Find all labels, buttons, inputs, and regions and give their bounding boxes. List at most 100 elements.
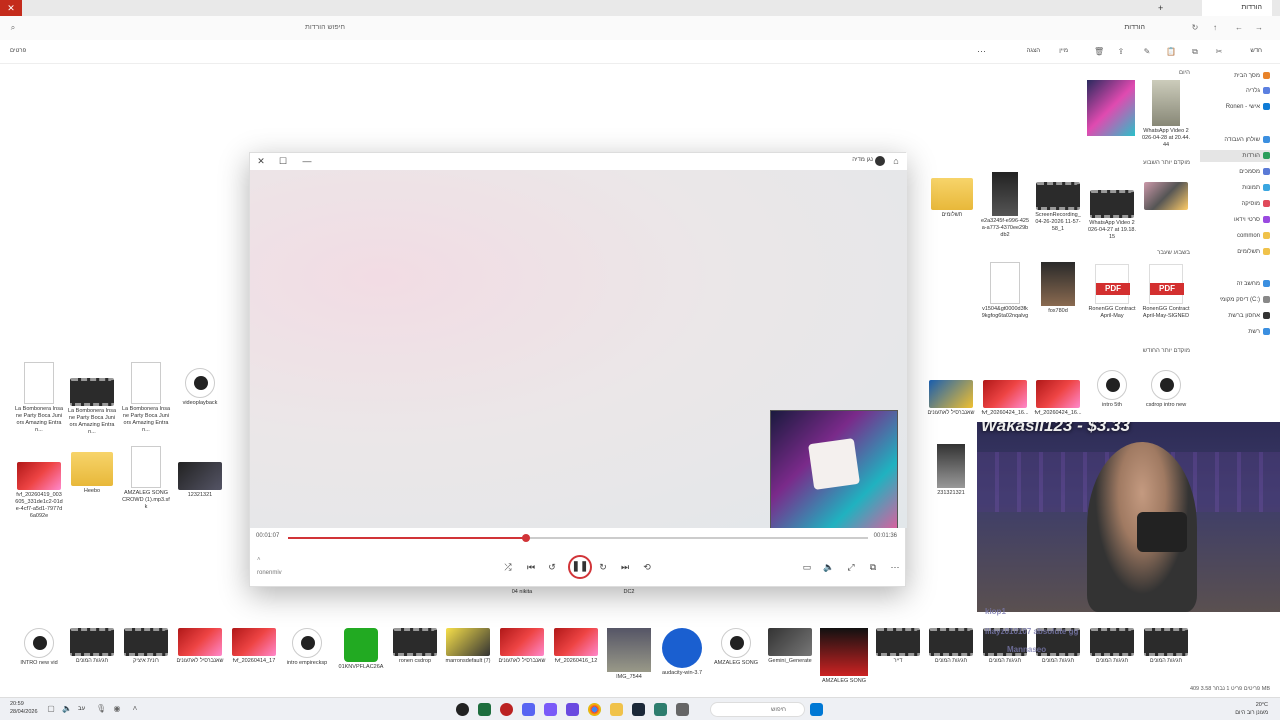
file-item[interactable]: intro empirecksp xyxy=(283,628,331,667)
file-item[interactable]: Heebo xyxy=(68,452,116,495)
file-item[interactable]: PDF RonenGG Contract April-May-SIGNED xyxy=(1142,264,1190,320)
file-item[interactable]: videoplayback xyxy=(176,368,224,407)
file-item[interactable]: fvf_20260416_12 xyxy=(552,628,600,665)
steam-taskbar-icon[interactable] xyxy=(632,703,645,716)
sidebar-item-common[interactable]: common xyxy=(1237,230,1270,242)
file-item[interactable]: דייר xyxy=(874,628,922,665)
terminal-taskbar-icon[interactable] xyxy=(478,703,491,716)
miniplayer-icon[interactable]: ⧉ xyxy=(866,560,880,574)
close-window-button[interactable]: ✕ xyxy=(0,0,22,16)
file-item[interactable]: AMZALEG SONG xyxy=(820,628,868,685)
chevron-up-icon[interactable]: ˄ xyxy=(257,557,261,563)
file-item[interactable]: fvf_20260414_17 xyxy=(230,628,278,665)
group-header-earlier-month[interactable]: מוקדם יותר החודש xyxy=(1143,348,1190,354)
file-item[interactable]: שאנברסיל לאתעונים xyxy=(927,380,975,417)
file-item[interactable]: e2a3245f-e996-425a-a773-4370ee29bdb2 xyxy=(981,172,1029,239)
file-item[interactable]: 231321321 xyxy=(927,444,975,497)
file-item[interactable]: La Bombonera Insane Party Boca Juniors A… xyxy=(68,378,116,436)
forward-30-icon[interactable]: ↻ xyxy=(596,560,610,574)
media-player-taskbar-icon[interactable] xyxy=(456,703,469,716)
volume-icon[interactable]: 🔈 xyxy=(62,704,72,714)
sidebar-item-network-storage[interactable]: אחסון ברשת xyxy=(1228,310,1270,322)
file-item[interactable]: v1504&gt0000d3fk9kgfog6ta02nqalvg xyxy=(981,262,1029,320)
file-item[interactable]: WhatsApp Video 2026-04-28 at 20.44.44 xyxy=(1142,80,1190,149)
pause-button[interactable]: ❚❚ xyxy=(568,555,592,579)
next-icon[interactable]: ⏭ xyxy=(618,560,632,574)
sidebar-item-downloads[interactable]: הורדות xyxy=(1200,150,1270,162)
player-maximize-button[interactable]: ☐ xyxy=(276,154,290,168)
wifi-icon[interactable]: ◉ xyxy=(112,704,122,714)
sidebar-item-payments[interactable]: תשלומים xyxy=(1237,246,1270,258)
app-taskbar-icon[interactable] xyxy=(654,703,667,716)
tab-downloads[interactable]: הורדות xyxy=(1202,0,1272,16)
file-item[interactable] xyxy=(1087,80,1135,136)
file-item[interactable]: audacity-win-3.7 xyxy=(658,628,706,677)
previous-icon[interactable]: ⏮ xyxy=(524,560,538,574)
cut-icon[interactable]: ✂ xyxy=(1214,47,1224,57)
file-item[interactable]: שאנברסיל לאתעונים xyxy=(176,628,224,665)
media-player-window[interactable]: ✕ ☐ — נגן מדיה ⌂ 00:01:07 00:01:36 ˄ ron… xyxy=(249,152,907,587)
windows-start-icon[interactable] xyxy=(810,703,823,716)
fullscreen-icon[interactable]: ⤢ xyxy=(844,560,858,574)
shuffle-icon[interactable]: ⤮ xyxy=(501,560,515,574)
more-button[interactable]: ··· xyxy=(977,46,986,56)
repeat-icon[interactable]: ⟲ xyxy=(640,560,654,574)
file-item[interactable]: WhatsApp Video 2026-04-27 at 19.18.15 xyxy=(1088,190,1136,241)
chrome-taskbar-icon[interactable] xyxy=(588,703,601,716)
app-taskbar-icon[interactable] xyxy=(500,703,513,716)
back-arrow-icon[interactable]: → xyxy=(1254,23,1264,33)
copy-icon[interactable]: ⧉ xyxy=(1190,47,1200,57)
seek-handle[interactable] xyxy=(521,534,530,542)
delete-icon[interactable]: 🗑 xyxy=(1094,47,1104,57)
player-minimize-button[interactable]: — xyxy=(300,154,314,168)
file-item[interactable]: ScreenRecording_04-26-2026 11-57-58_1 xyxy=(1034,182,1082,233)
breadcrumb[interactable]: הורדות xyxy=(1124,24,1145,31)
language-indicator[interactable]: עב xyxy=(78,706,85,712)
weather-widget[interactable]: 20°C מעונן רוב היום xyxy=(1235,701,1268,717)
file-item[interactable]: ronen csdrop xyxy=(391,628,439,665)
file-item[interactable]: שאנברסיל לאתעונים xyxy=(498,628,546,665)
app-taskbar-icon[interactable] xyxy=(676,703,689,716)
file-item[interactable]: INTRO new vid xyxy=(15,628,63,667)
new-tab-button[interactable]: + xyxy=(1158,0,1170,16)
sidebar-item-onedrive[interactable]: Ronen - אישי xyxy=(1226,101,1270,113)
sidebar-item-network[interactable]: רשת xyxy=(1248,326,1270,338)
more-options-icon[interactable]: ⋯ xyxy=(888,560,902,574)
clock[interactable]: 20:59 28/04/2026 xyxy=(10,700,38,716)
paste-icon[interactable]: 📋 xyxy=(1166,47,1176,57)
file-item[interactable]: La Bombonera Insane Party Boca Juniors A… xyxy=(15,362,63,434)
chat-app-taskbar-icon[interactable] xyxy=(544,703,557,716)
file-item[interactable]: תשלומים xyxy=(928,178,976,219)
sidebar-item-local-disk[interactable]: דיסק מקומי (C:) xyxy=(1220,294,1270,306)
up-arrow-icon[interactable]: ↑ xyxy=(1210,23,1220,33)
sidebar-item-this-pc[interactable]: מחשב זה xyxy=(1237,278,1270,290)
sidebar-item-home[interactable]: מסך הבית xyxy=(1234,70,1270,82)
home-icon[interactable]: ⌂ xyxy=(889,154,903,168)
refresh-icon[interactable]: ↻ xyxy=(1190,23,1200,33)
file-item[interactable]: AMZALEG SONG xyxy=(712,628,760,667)
file-item[interactable]: csdrop intro new xyxy=(1142,370,1190,409)
new-button[interactable]: חדש xyxy=(1250,48,1262,54)
group-header-last-week[interactable]: בשבוע שעבר xyxy=(1157,250,1190,256)
file-item[interactable]: fvf_20260424_16... xyxy=(981,380,1029,417)
file-item[interactable]: 12321321 xyxy=(176,462,224,499)
rename-icon[interactable]: ✎ xyxy=(1142,47,1152,57)
file-item[interactable]: fox780d xyxy=(1034,262,1082,315)
file-item[interactable]: 01KNVPFLAC26A xyxy=(337,628,385,671)
view-button[interactable]: הצגה xyxy=(1027,48,1040,54)
file-item[interactable]: חגיגות המונים xyxy=(68,628,116,665)
sidebar-item-gallery[interactable]: גלריה xyxy=(1246,85,1270,97)
file-item[interactable]: AMZALEG SONG CROWD (1).mp3.sfk xyxy=(122,446,170,511)
notification-icon[interactable]: ▢ xyxy=(46,704,56,714)
captions-icon[interactable]: ▭ xyxy=(800,560,814,574)
file-item[interactable]: fvf_20260419_003605_331de1c2-01de-4cf7-a… xyxy=(15,462,63,520)
taskbar-search[interactable]: חיפוש xyxy=(710,702,805,717)
video-canvas[interactable] xyxy=(250,170,907,528)
search-input[interactable]: חיפוש הורדות xyxy=(240,24,345,31)
discord-taskbar-icon[interactable] xyxy=(522,703,535,716)
app-taskbar-icon[interactable] xyxy=(566,703,579,716)
sidebar-item-videos[interactable]: סרטי וידאו xyxy=(1234,214,1270,226)
file-item[interactable]: חגיגות המונים xyxy=(927,628,975,665)
sidebar-item-music[interactable]: מוסיקה xyxy=(1241,198,1270,210)
sidebar-item-pictures[interactable]: תמונות xyxy=(1242,182,1270,194)
